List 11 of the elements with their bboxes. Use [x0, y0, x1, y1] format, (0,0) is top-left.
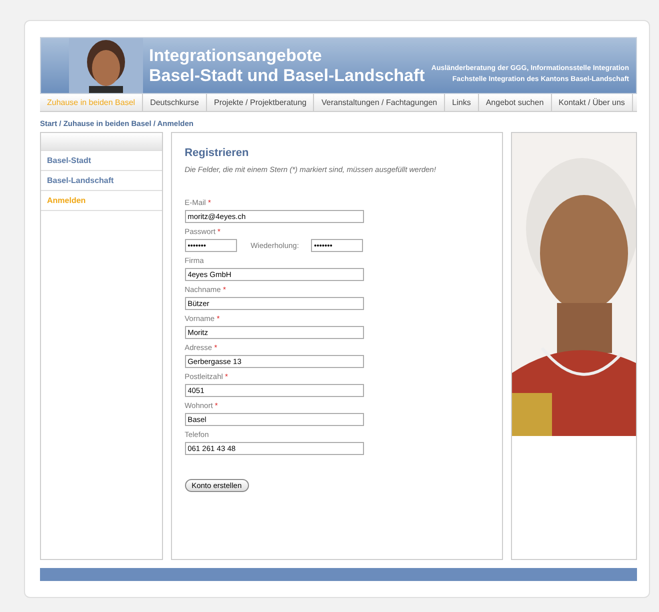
nav-tab[interactable]: Angebot suchen — [478, 94, 552, 111]
site-subtitle: Basel-Stadt und Basel-Landschaft — [149, 66, 425, 86]
nav-tab[interactable]: Deutschkurse — [143, 94, 207, 111]
site-title: Integrationsangebote — [149, 46, 323, 66]
nav-tab[interactable]: Projekte / Projektberatung — [206, 94, 314, 111]
nav-tab[interactable]: Links — [445, 94, 479, 111]
form-title: Registrieren — [184, 147, 250, 159]
sidebar-item[interactable]: Basel-Landschaft — [41, 171, 162, 191]
nav-tab[interactable]: Kontakt / Über uns — [552, 94, 633, 111]
sidebar-item[interactable]: Basel-Stadt — [41, 151, 162, 171]
nav-tab[interactable]: Veranstaltungen / Fachtagungen — [314, 94, 446, 111]
